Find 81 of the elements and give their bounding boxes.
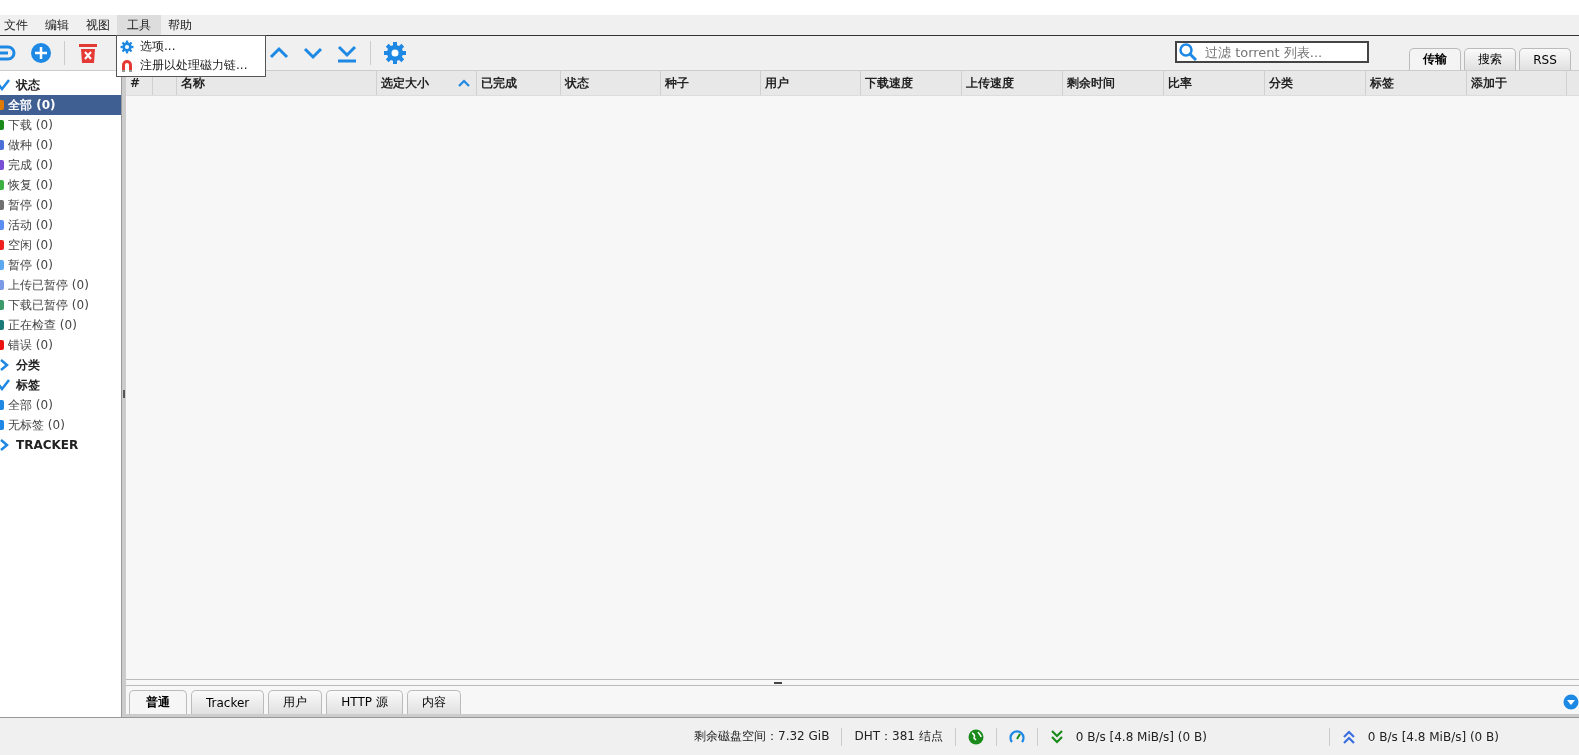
- sidebar-item[interactable]: 无标签 (0): [0, 415, 121, 435]
- sidebar-item[interactable]: 错误 (0): [0, 335, 121, 355]
- column-title: 种子: [665, 74, 689, 92]
- detail-tab[interactable]: 普通: [129, 690, 187, 714]
- menu-item[interactable]: 文件: [0, 14, 38, 36]
- column-header[interactable]: 状态: [561, 71, 661, 95]
- column-title: 分类: [1269, 74, 1293, 92]
- chevron-icon: [0, 359, 10, 371]
- column-header[interactable]: 种子: [661, 71, 761, 95]
- column-header[interactable]: 已完成: [477, 71, 561, 95]
- sort-ascending-icon: [458, 78, 470, 88]
- column-header[interactable]: 选定大小: [377, 71, 477, 95]
- globe-icon[interactable]: [967, 728, 984, 745]
- magnet-icon: [120, 58, 134, 73]
- search-field[interactable]: 过滤 torrent 列表...: [1175, 41, 1369, 63]
- sidebar-item[interactable]: 活动 (0): [0, 215, 121, 235]
- sidebar-item[interactable]: 完成 (0): [0, 155, 121, 175]
- column-title: 名称: [181, 74, 205, 92]
- sidebar-item[interactable]: 空闲 (0): [0, 235, 121, 255]
- upload-speed: 0 B/s [4.8 MiB/s] (0 B): [1367, 729, 1499, 744]
- column-title: 添加于: [1471, 74, 1507, 92]
- column-title: 比率: [1168, 74, 1192, 92]
- free-space-label: 剩余磁盘空间：7.32 GiB: [694, 728, 830, 745]
- splitter-handle[interactable]: [773, 681, 782, 684]
- column-header[interactable]: 上传速度: [962, 71, 1063, 95]
- check-icon: [0, 379, 10, 391]
- dropdown-icon[interactable]: [1563, 694, 1579, 710]
- column-header[interactable]: 下载速度: [861, 71, 962, 95]
- section-header[interactable]: 分类: [0, 355, 121, 375]
- menu-item[interactable]: 编辑: [35, 14, 79, 36]
- speedometer-icon[interactable]: [1008, 728, 1025, 745]
- add-icon[interactable]: [30, 42, 52, 64]
- view-tab[interactable]: RSS: [1519, 48, 1571, 70]
- column-title: 选定大小: [381, 74, 429, 92]
- search-icon: [1179, 43, 1197, 61]
- sidebar-item[interactable]: 全部 (0): [0, 395, 121, 415]
- column-title: 标签: [1370, 74, 1394, 92]
- sidebar-item[interactable]: 做种 (0): [0, 135, 121, 155]
- detail-tab[interactable]: 内容: [406, 690, 461, 714]
- sidebar-item[interactable]: 下载 (0): [0, 115, 121, 135]
- menu-item[interactable]: 视图: [76, 14, 120, 36]
- sidebar-item[interactable]: 恢复 (0): [0, 175, 121, 195]
- delete-icon[interactable]: [77, 42, 99, 64]
- column-title: 上传速度: [966, 74, 1014, 92]
- column-header[interactable]: 分类: [1265, 71, 1366, 95]
- download-speed: 0 B/s [4.8 MiB/s] (0 B): [1075, 729, 1207, 744]
- column-title: 剩余时间: [1067, 74, 1115, 92]
- section-header[interactable]: 状态: [0, 75, 121, 95]
- dht-label: DHT：381 结点: [854, 728, 943, 745]
- column-header[interactable]: 用户: [761, 71, 861, 95]
- menu-item[interactable]: 工具: [117, 14, 161, 36]
- menu-item[interactable]: 选项...: [117, 37, 265, 56]
- column-title: 用户: [765, 74, 789, 92]
- column-header[interactable]: 剩余时间: [1063, 71, 1164, 95]
- sidebar-item[interactable]: 下载已暂停 (0): [0, 295, 121, 315]
- column-header[interactable]: 比率: [1164, 71, 1265, 95]
- column-header[interactable]: 添加于: [1467, 71, 1567, 95]
- sidebar-item[interactable]: 暂停 (0): [0, 255, 121, 275]
- sidebar-item[interactable]: 暂停 (0): [0, 195, 121, 215]
- column-title: 已完成: [481, 74, 517, 92]
- sidebar-item[interactable]: 上传已暂停 (0): [0, 275, 121, 295]
- detail-tab[interactable]: 用户: [268, 690, 323, 714]
- gear-icon: [120, 39, 134, 54]
- sidebar-item[interactable]: 全部 (0): [0, 95, 121, 115]
- view-tab[interactable]: 搜索: [1464, 48, 1516, 70]
- detail-tab[interactable]: Tracker: [191, 690, 265, 714]
- column-header[interactable]: 标签: [1366, 71, 1467, 95]
- section-header[interactable]: TRACKER: [0, 435, 121, 455]
- download-icon: [1049, 729, 1064, 744]
- detail-tab[interactable]: HTTP 源: [326, 690, 403, 714]
- menu-item[interactable]: 帮助: [158, 14, 202, 36]
- sidebar-item[interactable]: 正在检查 (0): [0, 315, 121, 335]
- check-icon: [0, 79, 10, 91]
- view-tab[interactable]: 传输: [1409, 48, 1461, 70]
- column-title: #: [130, 76, 141, 90]
- column-title: 下载速度: [865, 74, 913, 92]
- upload-icon: [1341, 729, 1356, 744]
- chevron-icon: [0, 439, 10, 451]
- column-title: 状态: [565, 74, 589, 92]
- section-header[interactable]: 标签: [0, 375, 121, 395]
- splitter-handle[interactable]: [123, 390, 125, 398]
